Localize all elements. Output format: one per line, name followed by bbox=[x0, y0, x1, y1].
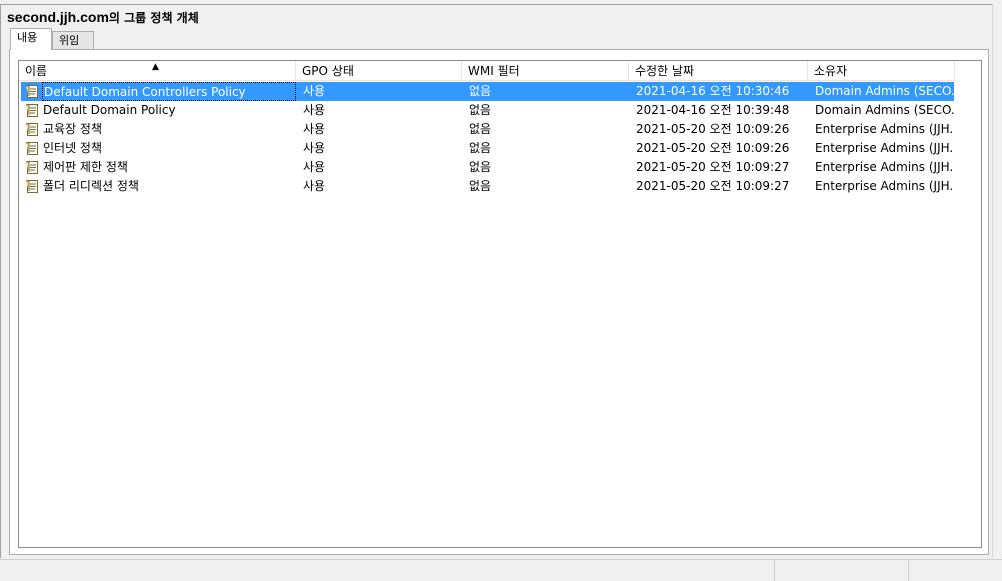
cell-wmi-filter: 없음 bbox=[469, 141, 492, 155]
cell-wmi-filter: 없음 bbox=[469, 122, 492, 136]
table-row[interactable]: Default Domain Policy 사용 없음 2021-04-16 오전 1… bbox=[21, 101, 954, 120]
cell-modified: 2021-05-20 오전 10:09:26 bbox=[636, 122, 790, 136]
table-row[interactable]: 폴더 리디렉션 정책 사용 없음 2021-05-20 오전 10:09:27 Ente… bbox=[21, 177, 954, 196]
page-title: second.jjh.com의 그룹 정책 개체 bbox=[7, 9, 199, 26]
status-segment bbox=[774, 560, 908, 581]
column-header-wmi-filter[interactable]: WMI 필터 bbox=[462, 61, 629, 81]
cell-modified: 2021-04-16 오전 10:39:48 bbox=[636, 103, 790, 117]
cell-name: 인터넷 정책 bbox=[43, 141, 103, 155]
cell-wmi-filter: 없음 bbox=[469, 103, 492, 117]
cell-modified: 2021-05-20 오전 10:09:27 bbox=[636, 179, 790, 193]
column-header-name[interactable]: 이름 ▲ bbox=[19, 61, 296, 81]
tab-panel: 이름 ▲ GPO 상태 WMI 필터 수정한 날짜 소유자 Default Do… bbox=[9, 49, 989, 555]
cell-gpo-status: 사용 bbox=[303, 122, 326, 136]
cell-owner: Enterprise Admins (JJH... bbox=[815, 122, 954, 136]
cell-gpo-status: 사용 bbox=[303, 103, 326, 117]
column-header-label: 이름 bbox=[25, 64, 48, 78]
column-header-owner[interactable]: 소유자 bbox=[808, 61, 955, 81]
table-row[interactable]: 인터넷 정책 사용 없음 2021-05-20 오전 10:09:26 Enterpri… bbox=[21, 139, 954, 158]
cell-modified: 2021-05-20 오전 10:09:27 bbox=[636, 160, 790, 174]
gpo-scroll-icon bbox=[25, 84, 39, 99]
cell-wmi-filter: 없음 bbox=[469, 160, 492, 174]
cell-gpo-status: 사용 bbox=[303, 84, 326, 98]
cell-gpo-status: 사용 bbox=[303, 160, 326, 174]
cell-wmi-filter: 없음 bbox=[469, 84, 492, 98]
cell-owner: Enterprise Admins (JJH... bbox=[815, 141, 954, 155]
list-header: 이름 ▲ GPO 상태 WMI 필터 수정한 날짜 소유자 bbox=[19, 61, 981, 81]
cell-name: 제어판 제한 정책 bbox=[43, 160, 128, 174]
cell-owner: Enterprise Admins (JJH... bbox=[815, 160, 954, 174]
gpo-scroll-icon bbox=[25, 179, 39, 194]
domain-name: second.jjh.com bbox=[7, 9, 109, 25]
tab-delegation[interactable]: 위임 bbox=[52, 31, 94, 51]
status-segment bbox=[908, 560, 1002, 581]
table-row[interactable]: Default Domain Controllers Policy 사용 없음 202… bbox=[21, 82, 954, 101]
gpo-scroll-icon bbox=[25, 141, 39, 156]
cell-owner: Domain Admins (SECO... bbox=[815, 84, 954, 98]
gpo-scroll-icon bbox=[25, 103, 39, 118]
cell-gpo-status: 사용 bbox=[303, 141, 326, 155]
title-suffix: 의 그룹 정책 개체 bbox=[108, 11, 199, 25]
cell-name: 폴더 리디렉션 정책 bbox=[43, 179, 139, 193]
status-bar bbox=[0, 559, 1002, 581]
cell-gpo-status: 사용 bbox=[303, 179, 326, 193]
cell-name: Default Domain Policy bbox=[43, 103, 176, 117]
table-row[interactable]: 제어판 제한 정책 사용 없음 2021-05-20 오전 10:09:27 Enter… bbox=[21, 158, 954, 177]
sort-ascending-icon: ▲ bbox=[152, 62, 159, 72]
cell-owner: Domain Admins (SECO... bbox=[815, 103, 954, 117]
cell-wmi-filter: 없음 bbox=[469, 179, 492, 193]
tab-contents[interactable]: 내용 bbox=[10, 28, 52, 50]
cell-modified: 2021-05-20 오전 10:09:26 bbox=[636, 141, 790, 155]
cell-name: 교육장 정책 bbox=[43, 122, 103, 136]
gpo-list-view[interactable]: 이름 ▲ GPO 상태 WMI 필터 수정한 날짜 소유자 Default Do… bbox=[18, 60, 982, 548]
column-header-modified[interactable]: 수정한 날짜 bbox=[629, 61, 808, 81]
gpo-scroll-icon bbox=[25, 160, 39, 175]
cell-modified: 2021-04-16 오전 10:30:46 bbox=[636, 84, 790, 98]
column-header-gpo-status[interactable]: GPO 상태 bbox=[296, 61, 462, 81]
table-row[interactable]: 교육장 정책 사용 없음 2021-05-20 오전 10:09:26 Enterpri… bbox=[21, 120, 954, 139]
gpo-scroll-icon bbox=[25, 122, 39, 137]
cell-owner: Enterprise Admins (JJH... bbox=[815, 179, 954, 193]
cell-name: Default Domain Controllers Policy bbox=[42, 82, 296, 101]
gpo-container-panel: second.jjh.com의 그룹 정책 개체 내용 위임 이름 ▲ GPO … bbox=[0, 4, 993, 558]
